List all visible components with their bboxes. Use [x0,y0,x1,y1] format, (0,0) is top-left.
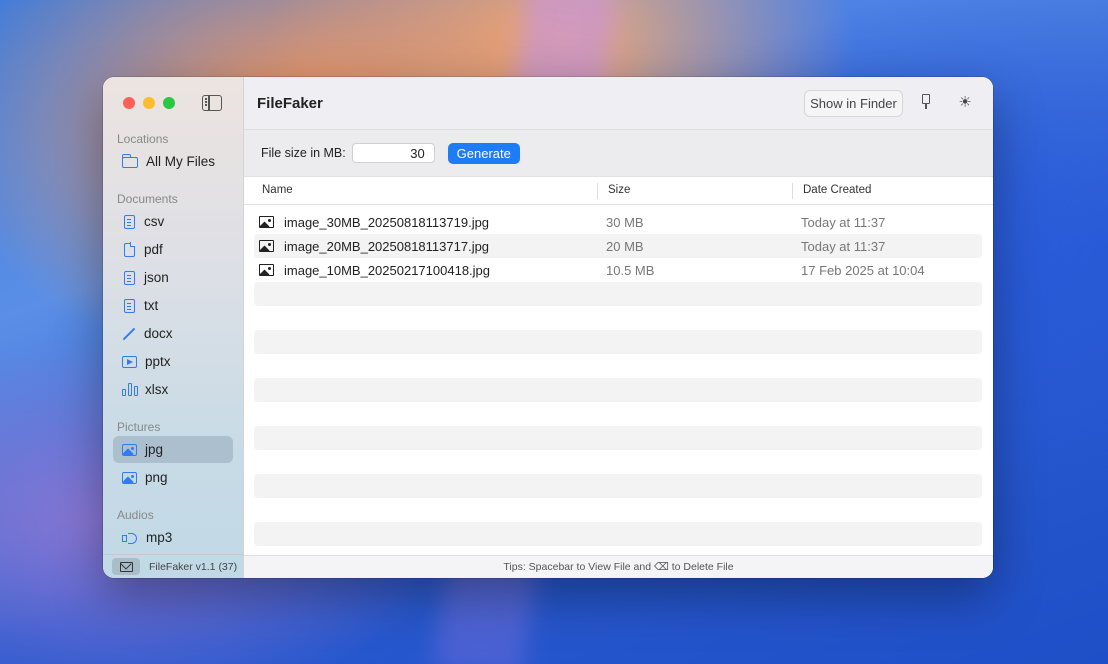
photo-icon [122,443,137,456]
table-row[interactable]: image_10MB_20250217100418.jpg 10.5 MB 17… [254,258,982,282]
speaker-icon [122,531,138,545]
file-name: image_10MB_20250217100418.jpg [284,263,491,278]
image-file-icon [259,240,274,252]
file-size: 30 MB [606,215,644,230]
sidebar-item-label: mp3 [146,530,173,545]
status-bar: Tips: Spacebar to View File and ⌫ to Del… [244,555,993,578]
document-icon [124,298,135,313]
sidebar-item-label: jpg [145,442,164,457]
column-header-name[interactable]: Name [262,184,293,196]
section-title-pictures: Pictures [117,420,161,434]
sidebar-item-label: csv [144,214,165,229]
empty-row [254,282,982,306]
sidebar-item-png[interactable]: png [113,464,233,491]
minimize-window-button[interactable] [143,97,155,109]
sidebar-item-all-my-files[interactable]: All My Files [113,148,233,175]
sidebar-item-json[interactable]: json [113,264,233,291]
empty-row [254,474,982,498]
file-date: Today at 11:37 [801,239,886,254]
generate-toolbar: File size in MB: Generate [244,130,993,177]
feedback-mail-button[interactable] [112,558,140,575]
empty-row [254,378,982,402]
pen-icon [122,327,136,341]
empty-row [254,522,982,546]
sidebar-item-label: docx [144,326,173,341]
sidebar-item-mp3[interactable]: mp3 [113,524,233,551]
document-icon [124,270,135,285]
section-title-locations: Locations [117,132,169,146]
sidebar-item-label: xlsx [145,382,169,397]
column-header-date[interactable]: Date Created [803,184,871,196]
close-window-button[interactable] [123,97,135,109]
image-file-icon [259,264,274,276]
file-size-input[interactable] [351,143,435,163]
file-name: image_30MB_20250818113719.jpg [284,215,490,230]
file-size: 20 MB [606,239,644,254]
file-list: image_30MB_20250818113719.jpg 30 MB Toda… [244,205,993,555]
image-file-icon [259,216,274,228]
column-divider[interactable] [792,183,793,199]
column-divider[interactable] [597,183,598,199]
sidebar-item-label: png [145,470,168,485]
sidebar-item-csv[interactable]: csv [113,208,233,235]
file-size-label: File size in MB: [261,146,346,160]
photo-icon [122,471,137,484]
empty-row [254,330,982,354]
sidebar-item-jpg[interactable]: jpg [113,436,233,463]
file-name: image_20MB_20250818113717.jpg [284,239,490,254]
app-version: FileFaker v1.1 (37) [149,560,238,573]
main-panel: FileFaker Show in Finder ☀ File size in … [244,77,993,578]
sidebar-item-xlsx[interactable]: xlsx [113,376,233,403]
pdf-icon [124,242,136,257]
empty-row [254,426,982,450]
sidebar-item-txt[interactable]: txt [113,292,233,319]
section-title-audios: Audios [117,508,154,522]
sidebar-item-label: json [144,270,169,285]
table-header: Name Size Date Created [244,177,993,205]
show-in-finder-button[interactable]: Show in Finder [804,90,903,117]
presentation-icon [122,355,137,368]
sidebar-footer: FileFaker v1.1 (37) [103,554,243,578]
folder-icon [121,154,138,168]
sidebar-toggle-icon[interactable] [202,95,222,111]
sidebar-item-pdf[interactable]: pdf [113,236,233,263]
window-controls [123,97,175,109]
app-title: FileFaker [257,94,323,112]
generate-button[interactable]: Generate [447,142,520,164]
zoom-window-button[interactable] [163,97,175,109]
file-date: Today at 11:37 [801,215,886,230]
sun-icon[interactable]: ☀ [957,95,973,111]
sidebar-item-label: All My Files [146,154,216,169]
document-icon [124,214,135,229]
sidebar-item-label: txt [144,298,159,313]
section-title-documents: Documents [117,192,178,206]
sidebar-item-label: pptx [145,354,171,369]
sidebar-item-pptx[interactable]: pptx [113,348,233,375]
column-header-size[interactable]: Size [608,184,630,196]
titlebar: FileFaker Show in Finder ☀ [244,77,993,130]
chart-bars-icon [122,383,140,396]
table-row[interactable]: image_20MB_20250818113717.jpg 20 MB Toda… [254,234,982,258]
file-date: 17 Feb 2025 at 10:04 [801,263,925,278]
pin-icon[interactable] [920,94,932,110]
table-row[interactable]: image_30MB_20250818113719.jpg 30 MB Toda… [254,210,982,234]
sidebar: Locations All My Files Documents csv pdf… [103,77,244,578]
app-window: Locations All My Files Documents csv pdf… [103,77,993,578]
file-size: 10.5 MB [606,263,655,278]
sidebar-item-label: pdf [144,242,163,257]
sidebar-item-docx[interactable]: docx [113,320,233,347]
